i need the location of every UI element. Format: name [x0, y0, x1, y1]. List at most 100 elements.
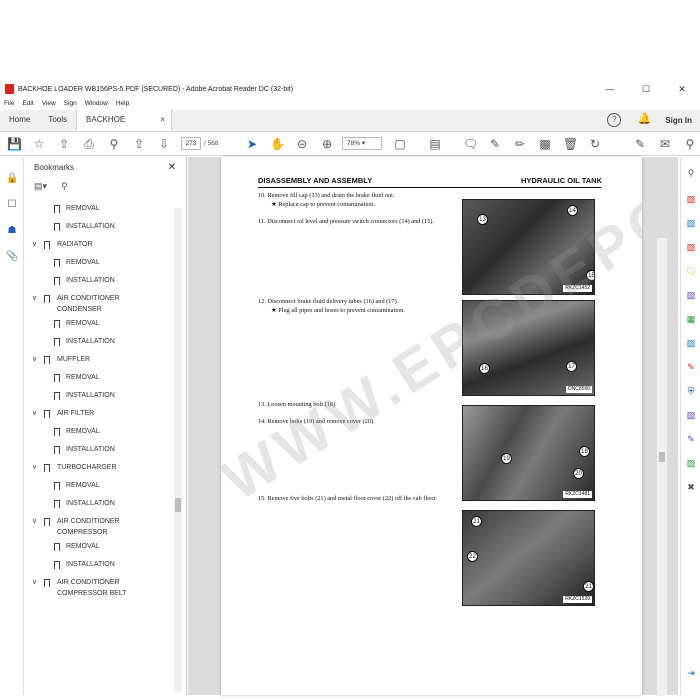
bell-icon[interactable]: 🔔	[637, 113, 651, 127]
combine-files-icon[interactable]: ▧	[685, 289, 697, 301]
export-pdf-icon[interactable]: ▧	[685, 241, 697, 253]
prepare-form-icon[interactable]: ▧	[685, 409, 697, 421]
bookmark-label-line2: COMPRESSOR BELT	[57, 590, 127, 597]
bookmark-label: AIR CONDITIONER	[57, 579, 120, 586]
lock-icon[interactable]: 🔒	[6, 173, 18, 185]
bookmarks-tools: ▤▾ ⚲	[24, 177, 186, 195]
page-number-input[interactable]: 273	[181, 137, 201, 150]
fill-sign-icon[interactable]: ✎	[685, 361, 697, 373]
maximize-button[interactable]: ☐	[628, 84, 664, 95]
bookmark-star-icon[interactable]: ☆	[32, 137, 46, 151]
bookmark-label: REMOVAL	[66, 205, 100, 212]
bookmark-label: INSTALLATION	[66, 277, 115, 284]
more-tools-icon[interactable]: ↻	[588, 137, 602, 151]
draw-icon[interactable]: ✏	[513, 137, 527, 151]
bookmark-label: INSTALLATION	[66, 223, 115, 230]
highlight-icon[interactable]: ✎	[488, 137, 502, 151]
step-text: 11. Disconnect oil level and pressure sw…	[258, 218, 435, 225]
print-icon[interactable]: ⎙	[82, 137, 96, 151]
chevron-down-icon[interactable]: ∨	[32, 577, 40, 588]
chevron-down-icon[interactable]: ∨	[32, 408, 40, 419]
bookmark-list: REMOVAL INSTALLATION ∨ RADIATOR REMOVAL INSTA…	[24, 203, 176, 693]
more-tools-rail-icon[interactable]: ✖	[685, 481, 697, 493]
email-icon[interactable]: ✉	[658, 137, 672, 151]
chevron-down-icon[interactable]: ∨	[32, 354, 40, 365]
callout-number: 19	[501, 453, 512, 464]
header-rule	[258, 187, 601, 188]
title-bar: BACKHOE LOADER WB156PS-5.PDF (SECURED) -…	[0, 80, 700, 98]
chevron-down-icon[interactable]: ∨	[32, 516, 40, 527]
page-down-icon[interactable]: ⇩	[157, 137, 171, 151]
bookmark-ribbon-icon	[54, 428, 60, 439]
right-tools-rail: ⚲ ▧ ▧ ▧ 🗨 ▧ ▦ ▨ ✎ ⛨ ▧ ✎ ▧ ✖ ⇥	[680, 157, 700, 695]
document-scroll-thumb[interactable]	[659, 452, 665, 462]
upload-icon[interactable]: ⇧	[57, 137, 71, 151]
organize-pages-icon[interactable]: ▦	[685, 313, 697, 325]
page-thumbnails-icon[interactable]: ☐	[6, 199, 18, 211]
bookmark-label: INSTALLATION	[66, 446, 115, 453]
bookmark-ribbon-icon	[54, 446, 60, 457]
document-viewer[interactable]: DISASSEMBLY AND ASSEMBLY HYDRAULIC OIL TA…	[188, 157, 678, 695]
bookmarks-icon[interactable]: ☗	[6, 225, 18, 237]
compress-pdf-icon[interactable]: ▨	[685, 337, 697, 349]
photo-caption: RKZC1520	[563, 596, 592, 603]
minimize-button[interactable]: —	[592, 84, 628, 94]
crop-icon[interactable]: ▢	[393, 137, 407, 151]
zoom-out-icon[interactable]: ⊝	[295, 137, 309, 151]
bookmark-ribbon-icon	[44, 295, 50, 306]
help-icon[interactable]: ?	[607, 113, 622, 127]
close-window-button[interactable]: ✕	[664, 84, 700, 95]
scroll-mode-icon[interactable]: ▤	[428, 137, 442, 151]
zoom-search-icon[interactable]: ⚲	[107, 137, 121, 151]
delete-icon[interactable]: 🗑	[563, 137, 578, 151]
manual-photo: RKZC1520 21 22 21	[462, 510, 595, 606]
comment-tool-icon[interactable]: 🗨	[685, 265, 697, 277]
page-up-icon[interactable]: ⇧	[132, 137, 146, 151]
bookmark-label-line2: COMPRESSOR	[57, 529, 108, 536]
bookmark-ribbon-icon	[44, 356, 50, 367]
acrobat-window: BACKHOE LOADER WB156PS-5.PDF (SECURED) -…	[0, 80, 700, 696]
window-title: BACKHOE LOADER WB156PS-5.PDF (SECURED) -…	[18, 85, 294, 93]
select-cursor-icon[interactable]: ➤	[245, 137, 259, 151]
sign-pen-icon[interactable]: ✎	[633, 137, 647, 151]
attachments-icon[interactable]: 📎	[6, 251, 18, 263]
save-icon[interactable]: 💾	[7, 137, 22, 151]
chevron-down-icon[interactable]: ∨	[32, 462, 40, 473]
bookmark-options-icon[interactable]: ▤▾	[34, 181, 47, 192]
scan-ocr-icon[interactable]: ▧	[685, 457, 697, 469]
request-signature-icon[interactable]: ✎	[685, 433, 697, 445]
zoom-level-select[interactable]: 78% ▾	[342, 137, 382, 150]
tab-document[interactable]: BACKHOE LOADER... ×	[76, 109, 173, 146]
bookmark-ribbon-icon	[54, 277, 60, 288]
bookmark-label: REMOVAL	[66, 259, 100, 266]
callout-number: 21	[471, 516, 482, 527]
find-bookmark-icon[interactable]: ⚲	[61, 181, 68, 192]
chevron-down-icon[interactable]: ∨	[32, 293, 40, 304]
collapse-rail-icon[interactable]: ⇥	[685, 667, 697, 679]
bookmark-label: AIR CONDITIONER	[57, 518, 120, 525]
tab-home[interactable]: Home	[0, 109, 39, 131]
zoom-in-icon[interactable]: ⊕	[320, 137, 334, 151]
hand-tool-icon[interactable]: ✋	[270, 137, 285, 151]
step-note: ★ Replace cap to prevent contamination.	[271, 201, 375, 208]
create-pdf-icon[interactable]: ▧	[685, 193, 697, 205]
callout-number: 18	[579, 446, 590, 457]
search-icon[interactable]: ⚲	[683, 137, 697, 151]
instruction-step: 12. Disconnect brake fluid delivery tube…	[258, 297, 458, 315]
tab-close-icon[interactable]: ×	[160, 109, 165, 131]
instruction-step: 15. Remove five bolts (21) and metal flo…	[258, 494, 458, 503]
bookmark-label: INSTALLATION	[66, 338, 115, 345]
photo-caption: ONC8560	[565, 386, 592, 393]
chevron-down-icon[interactable]: ∨	[32, 239, 40, 250]
edit-pdf-icon[interactable]: ▧	[685, 217, 697, 229]
search-tool-icon[interactable]: ⚲	[685, 167, 697, 179]
stamp-icon[interactable]: ▩	[538, 137, 552, 151]
step-note: ★ Plug all pipes and hoses to prevent co…	[271, 307, 405, 314]
document-scrollbar[interactable]	[657, 238, 667, 696]
tab-tools[interactable]: Tools	[39, 109, 76, 131]
comment-icon[interactable]: 🗨	[463, 137, 478, 151]
sign-in-button[interactable]: Sign In	[665, 116, 692, 125]
protect-icon[interactable]: ⛨	[685, 385, 697, 397]
bookmark-ribbon-icon	[44, 410, 50, 421]
close-panel-icon[interactable]: ✕	[168, 162, 176, 173]
